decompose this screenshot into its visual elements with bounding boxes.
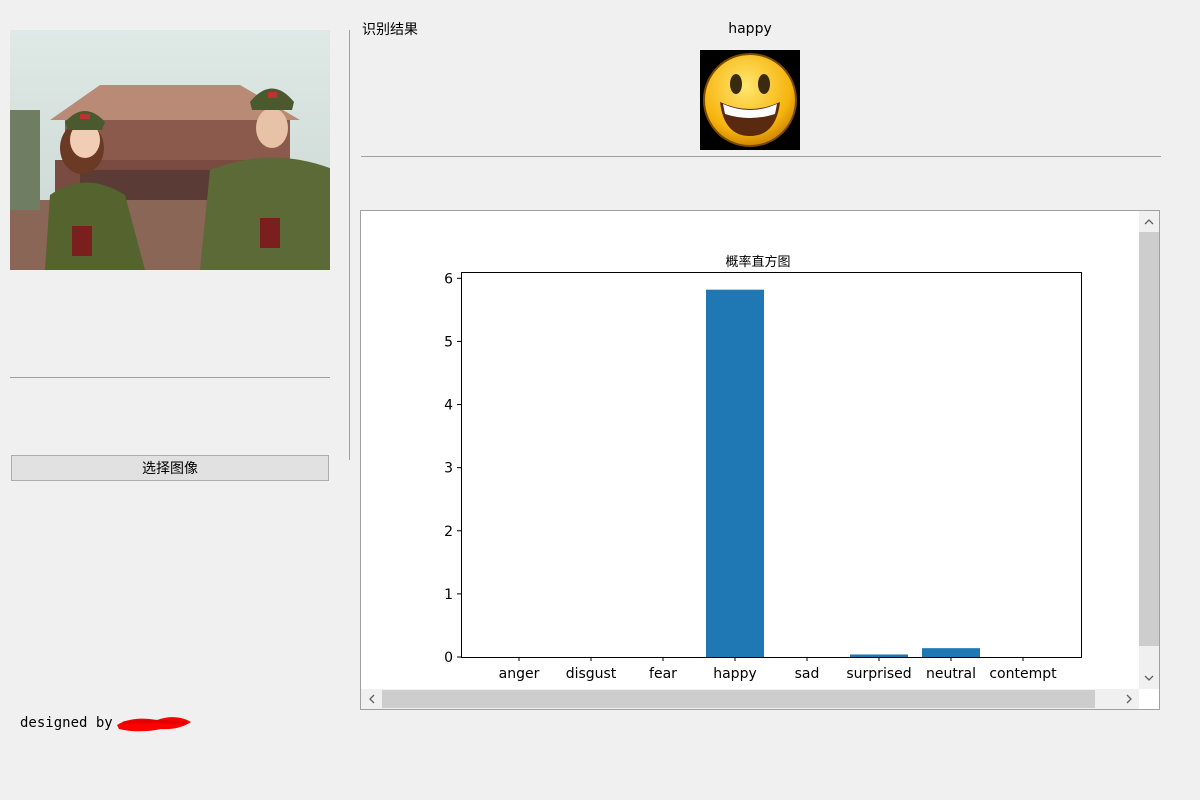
emotion-emoji [700,50,800,150]
probability-histogram: 概率直方图 0 1 2 3 4 5 6 anger disgust fear happy sad su… [444,254,1082,682]
bar-surprised [850,654,908,657]
x-tick-label: surprised [846,666,911,682]
designed-by-footer: designed by [20,712,193,734]
scroll-right-icon[interactable] [1118,689,1139,709]
chart-title: 概率直方图 [725,254,790,270]
result-title: 识别结果 [362,22,418,38]
select-image-button[interactable]: 选择图像 [11,455,329,481]
x-tick-label: happy [713,666,757,682]
scroll-up-icon[interactable] [1139,211,1159,232]
y-tick-label: 4 [444,398,453,414]
chart-scroll-area[interactable]: 概率直方图 0 1 2 3 4 5 6 anger disgust fear happy sad su… [360,210,1160,710]
y-tick-label: 3 [444,461,453,477]
y-tick-label: 5 [444,334,453,350]
y-tick-label: 0 [444,650,453,666]
scroll-down-icon[interactable] [1139,667,1159,688]
x-tick-label: sad [795,666,820,682]
horizontal-scrollbar[interactable] [361,689,1139,709]
scroll-corner [1139,689,1159,709]
vertical-scroll-thumb[interactable] [1139,232,1159,646]
x-tick-label: contempt [989,666,1057,682]
emotion-label: happy [728,21,772,37]
redacted-name-mark [116,717,191,732]
x-tick-label: anger [499,666,540,682]
vertical-scrollbar[interactable] [1139,211,1159,689]
selected-photo [10,30,330,270]
y-tick-label: 6 [444,271,453,287]
horizontal-scroll-thumb[interactable] [382,690,1095,708]
left-divider [10,377,330,378]
y-tick-label: 2 [444,524,453,540]
scroll-left-icon[interactable] [361,689,382,709]
plot-frame [461,272,1082,658]
x-tick-label: disgust [566,666,617,682]
x-tick-label: fear [649,666,677,682]
vertical-separator [349,30,350,460]
bar-happy [706,289,764,657]
y-tick-label: 1 [444,587,453,603]
right-divider [361,156,1161,157]
bar-neutral [922,648,980,657]
smiling-face-icon [703,53,797,147]
designed-by-label: designed by [20,715,113,731]
x-tick-label: neutral [926,666,976,682]
